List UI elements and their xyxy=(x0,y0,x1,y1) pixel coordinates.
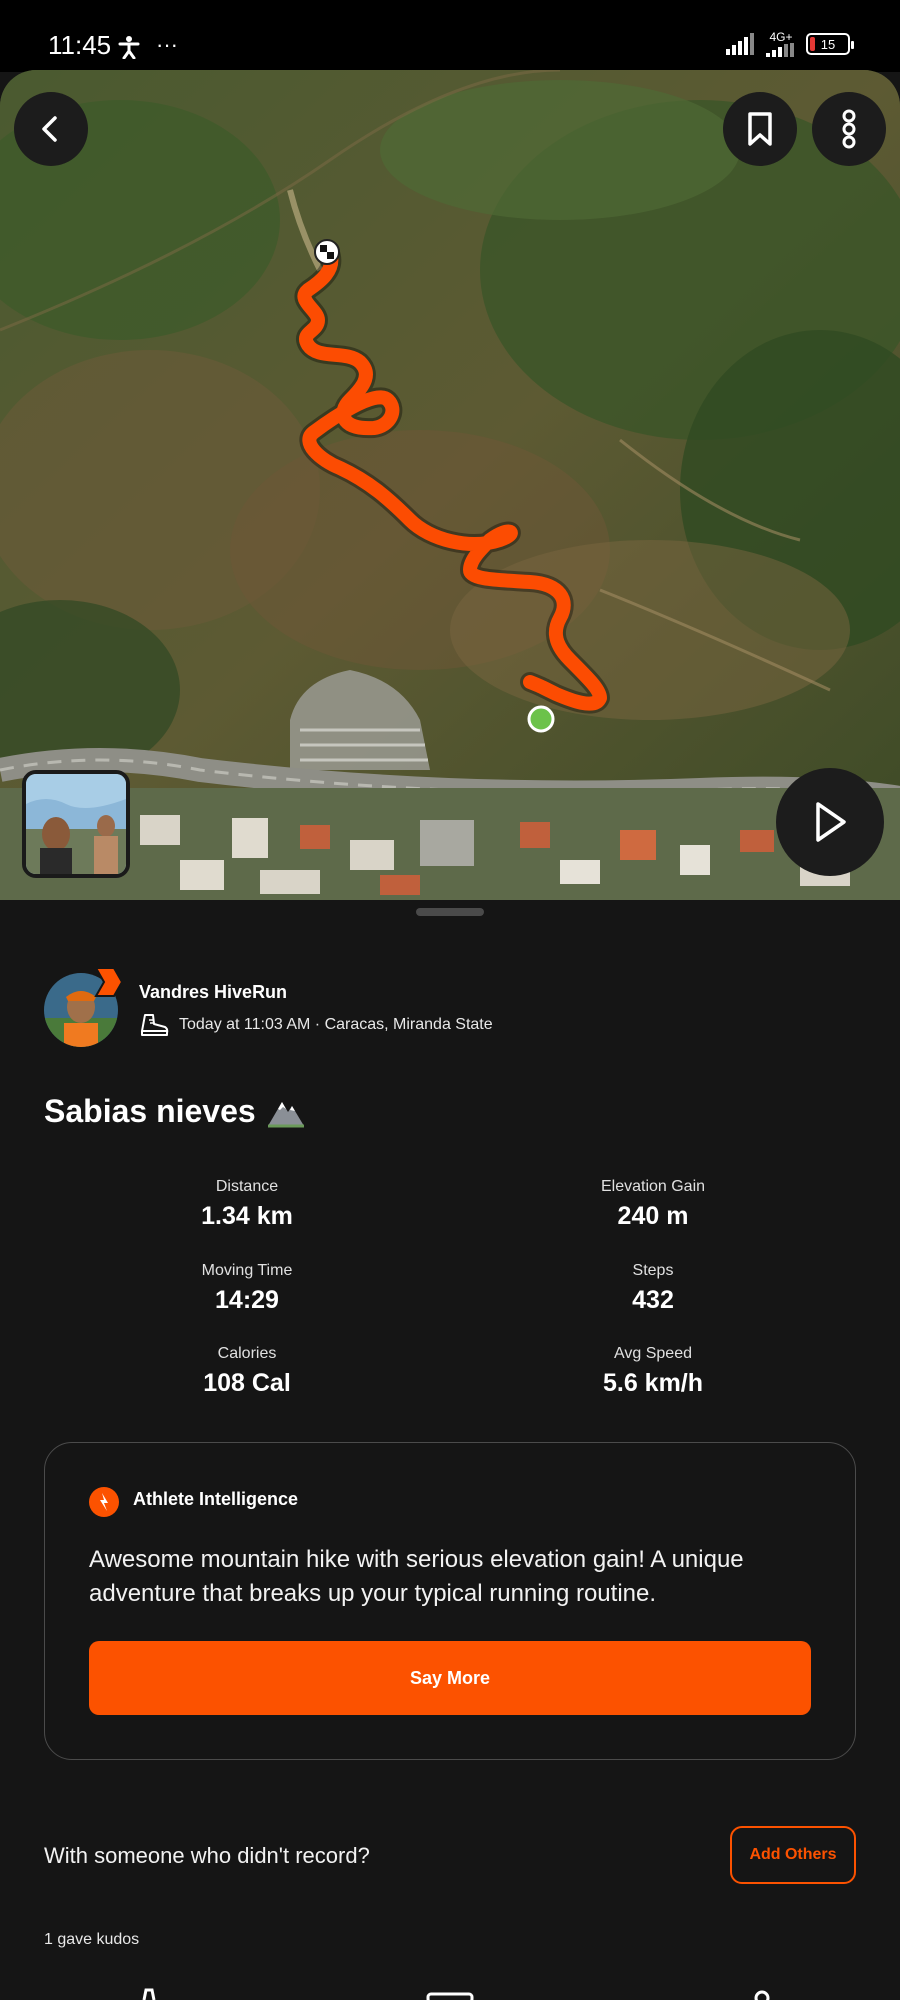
photo-thumbnail[interactable] xyxy=(22,770,130,878)
activity-meta-text: Today at 11:03 AM · Caracas, Miranda Sta… xyxy=(179,1016,493,1033)
satellite-map xyxy=(0,70,900,900)
add-others-prompt: With someone who didn't record? xyxy=(44,1843,370,1868)
say-more-button[interactable]: Say More xyxy=(89,1641,811,1715)
stat-label: Calories xyxy=(217,1345,277,1362)
mountain-icon xyxy=(267,1101,304,1127)
stat-label: Steps xyxy=(632,1262,674,1279)
bottom-actions xyxy=(142,1988,770,2000)
accessibility-icon xyxy=(118,30,140,61)
play-flyover-button[interactable] xyxy=(776,768,884,876)
status-right: 4G+ 15 xyxy=(726,28,854,60)
sheet-drag-handle[interactable] xyxy=(416,908,484,916)
back-icon xyxy=(42,116,57,142)
share-icon xyxy=(754,1990,770,2000)
more-vertical-icon xyxy=(842,109,856,149)
stat-value: 1.34 km xyxy=(201,1202,293,1230)
status-bar: 11:45 ··· 4G+ 15 xyxy=(0,0,900,72)
stat-label: Elevation Gain xyxy=(600,1178,706,1195)
network-type: 4G+ xyxy=(769,30,793,44)
stat-label: Distance xyxy=(215,1178,279,1195)
athlete-intelligence-title: Athlete Intelligence xyxy=(133,1489,299,1509)
back-button[interactable] xyxy=(14,92,88,166)
start-marker xyxy=(527,705,555,733)
battery-level: 15 xyxy=(820,36,836,52)
strava-badge-icon xyxy=(94,967,124,997)
stat-calories: Calories 108 Cal xyxy=(97,1345,397,1398)
stat-label: Avg Speed xyxy=(614,1345,692,1362)
hiking-boot-icon xyxy=(141,1014,169,1036)
stat-value: 5.6 km/h xyxy=(602,1369,704,1397)
stat-label: Moving Time xyxy=(201,1262,293,1279)
stat-value: 432 xyxy=(632,1286,674,1314)
bookmark-icon xyxy=(748,112,772,146)
kudos-count[interactable]: 1 gave kudos xyxy=(44,1931,139,1949)
play-icon xyxy=(816,802,846,842)
stat-moving-time: Moving Time 14:29 xyxy=(97,1262,397,1315)
signal-icon xyxy=(766,43,794,57)
more-options-button[interactable] xyxy=(812,92,886,166)
bookmark-button[interactable] xyxy=(723,92,797,166)
comment-icon xyxy=(426,1992,474,2000)
stat-value: 108 Cal xyxy=(203,1369,291,1397)
route-map[interactable] xyxy=(0,70,900,900)
more-dots-icon: ··· xyxy=(156,32,178,57)
activity-title-text: Sabias nieves xyxy=(44,1093,256,1129)
stat-avg-speed: Avg Speed 5.6 km/h xyxy=(503,1345,803,1398)
athlete-name[interactable]: Vandres HiveRun xyxy=(139,982,287,1003)
stat-steps: Steps 432 xyxy=(503,1262,803,1315)
status-time: 11:45 xyxy=(48,30,112,60)
battery-icon: 15 xyxy=(806,33,854,55)
finish-flag-icon xyxy=(314,239,340,265)
stat-value: 14:29 xyxy=(215,1286,279,1314)
add-others-button[interactable]: Add Others xyxy=(730,1826,856,1884)
stat-value: 240 m xyxy=(617,1202,689,1230)
activity-title: Sabias nieves xyxy=(44,1093,306,1130)
signal-icon xyxy=(726,33,754,55)
athlete-intelligence-card: Athlete Intelligence Awesome mountain hi… xyxy=(44,1442,856,1760)
kudos-icon xyxy=(142,1988,156,2000)
athlete-intelligence-text: Awesome mountain hike with serious eleva… xyxy=(89,1546,744,1607)
athlete-intelligence-icon xyxy=(89,1487,119,1517)
stat-distance: Distance 1.34 km xyxy=(97,1178,397,1231)
activity-meta: Today at 11:03 AM · Caracas, Miranda Sta… xyxy=(139,1012,493,1038)
stat-elevation-gain: Elevation Gain 240 m xyxy=(503,1178,803,1231)
